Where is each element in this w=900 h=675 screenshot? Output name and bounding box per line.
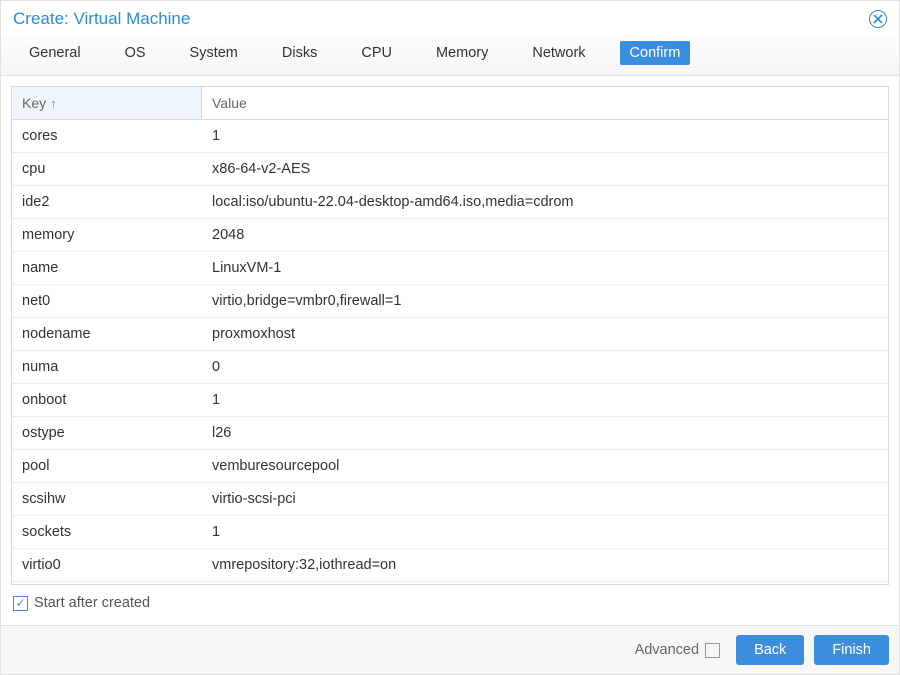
cell-key: onboot [12, 384, 202, 416]
cell-value: 1 [202, 120, 888, 152]
cell-value: l26 [202, 417, 888, 449]
tab-confirm[interactable]: Confirm [620, 41, 691, 65]
cell-value: vmrepository:32,iothread=on [202, 549, 888, 581]
table-row[interactable]: scsihwvirtio-scsi-pci [12, 483, 888, 516]
tab-network[interactable]: Network [522, 41, 595, 65]
close-icon [873, 14, 883, 24]
column-header-value-label: Value [212, 95, 247, 111]
titlebar: Create: Virtual Machine [1, 1, 899, 35]
column-header-value[interactable]: Value [202, 87, 888, 119]
advanced-label: Advanced [635, 642, 700, 658]
cell-value: 0 [202, 351, 888, 383]
cell-key: net0 [12, 285, 202, 317]
tab-system[interactable]: System [180, 41, 248, 65]
sort-ascending-icon: ↑ [50, 96, 57, 111]
table-header: Key ↑ Value [12, 87, 888, 120]
cell-key: ostype [12, 417, 202, 449]
table-row[interactable]: numa0 [12, 351, 888, 384]
table-row[interactable]: net0virtio,bridge=vmbr0,firewall=1 [12, 285, 888, 318]
cell-value: virtio,bridge=vmbr0,firewall=1 [202, 285, 888, 317]
table-row[interactable]: cores1 [12, 120, 888, 153]
start-after-created-checkbox[interactable] [13, 596, 28, 611]
tab-memory[interactable]: Memory [426, 41, 498, 65]
cell-value: 1 [202, 516, 888, 548]
tab-disks[interactable]: Disks [272, 41, 327, 65]
cell-key: cpu [12, 153, 202, 185]
cell-value: 1 [202, 384, 888, 416]
table-row[interactable]: sockets1 [12, 516, 888, 549]
table-row[interactable]: cpux86-64-v2-AES [12, 153, 888, 186]
advanced-toggle[interactable]: Advanced [635, 642, 721, 658]
cell-value: x86-64-v2-AES [202, 153, 888, 185]
cell-key: numa [12, 351, 202, 383]
column-header-key-label: Key [22, 95, 46, 111]
table-row[interactable]: onboot1 [12, 384, 888, 417]
back-button[interactable]: Back [736, 635, 804, 665]
summary-table: Key ↑ Value cores1cpux86-64-v2-AESide2lo… [11, 86, 889, 585]
table-row[interactable]: virtio0vmrepository:32,iothread=on [12, 549, 888, 582]
close-button[interactable] [869, 10, 887, 28]
create-vm-dialog: Create: Virtual Machine General OS System D… [0, 0, 900, 675]
cell-key: ide2 [12, 186, 202, 218]
start-after-created-label: Start after created [34, 595, 150, 611]
dialog-title: Create: Virtual Machine [13, 9, 190, 29]
table-row[interactable]: ide2local:iso/ubuntu-22.04-desktop-amd64… [12, 186, 888, 219]
advanced-checkbox[interactable] [705, 643, 720, 658]
cell-key: nodename [12, 318, 202, 350]
cell-value: local:iso/ubuntu-22.04-desktop-amd64.iso… [202, 186, 888, 218]
cell-key: name [12, 252, 202, 284]
cell-value: vemburesourcepool [202, 450, 888, 482]
cell-key: memory [12, 219, 202, 251]
table-row[interactable]: ostypel26 [12, 417, 888, 450]
cell-value: 2048 [202, 219, 888, 251]
cell-key: pool [12, 450, 202, 482]
tab-general[interactable]: General [19, 41, 91, 65]
cell-value: LinuxVM-1 [202, 252, 888, 284]
table-body[interactable]: cores1cpux86-64-v2-AESide2local:iso/ubun… [12, 120, 888, 584]
table-row[interactable]: memory2048 [12, 219, 888, 252]
tab-cpu[interactable]: CPU [351, 41, 402, 65]
cell-key: sockets [12, 516, 202, 548]
start-after-created-row: Start after created [11, 585, 889, 615]
cell-key: virtio0 [12, 549, 202, 581]
table-row[interactable]: poolvemburesourcepool [12, 450, 888, 483]
cell-value: virtio-scsi-pci [202, 483, 888, 515]
cell-key: cores [12, 120, 202, 152]
finish-button[interactable]: Finish [814, 635, 889, 665]
dialog-footer: Advanced Back Finish [1, 625, 899, 674]
tab-os[interactable]: OS [115, 41, 156, 65]
table-row[interactable]: nameLinuxVM-1 [12, 252, 888, 285]
cell-value: proxmoxhost [202, 318, 888, 350]
table-row[interactable]: nodenameproxmoxhost [12, 318, 888, 351]
column-header-key[interactable]: Key ↑ [12, 87, 202, 119]
wizard-tabs: General OS System Disks CPU Memory Network Conf… [1, 35, 899, 76]
dialog-body: Key ↑ Value cores1cpux86-64-v2-AESide2lo… [1, 76, 899, 625]
cell-key: scsihw [12, 483, 202, 515]
